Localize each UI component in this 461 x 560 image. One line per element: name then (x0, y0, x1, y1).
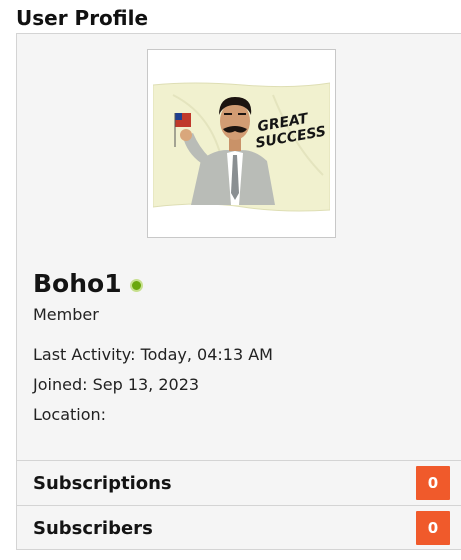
subscriptions-label[interactable]: Subscriptions (33, 472, 172, 496)
username[interactable]: Boho1 (33, 267, 122, 301)
user-role: Member (33, 305, 99, 324)
joined-date: Joined: Sep 13, 2023 (33, 375, 200, 394)
username-row: Boho1 (33, 267, 143, 301)
last-activity: Last Activity: Today, 04:13 AM (33, 345, 273, 364)
subscriptions-count-badge[interactable]: 0 (416, 466, 450, 500)
avatar[interactable]: GREAT SUCCESS (147, 49, 336, 238)
subscribers-count-badge[interactable]: 0 (416, 511, 450, 545)
subscribers-label[interactable]: Subscribers (33, 517, 153, 541)
profile-panel: GREAT SUCCESS Boho1 Member Last Activity… (16, 33, 461, 550)
location: Location: (33, 405, 107, 424)
stat-row-subscribers[interactable]: Subscribers 0 (17, 505, 461, 550)
stat-row-subscriptions[interactable]: Subscriptions 0 (17, 460, 461, 505)
online-status-icon (129, 279, 143, 292)
section-title: User Profile (16, 6, 149, 30)
avatar-image: GREAT SUCCESS (153, 82, 330, 212)
